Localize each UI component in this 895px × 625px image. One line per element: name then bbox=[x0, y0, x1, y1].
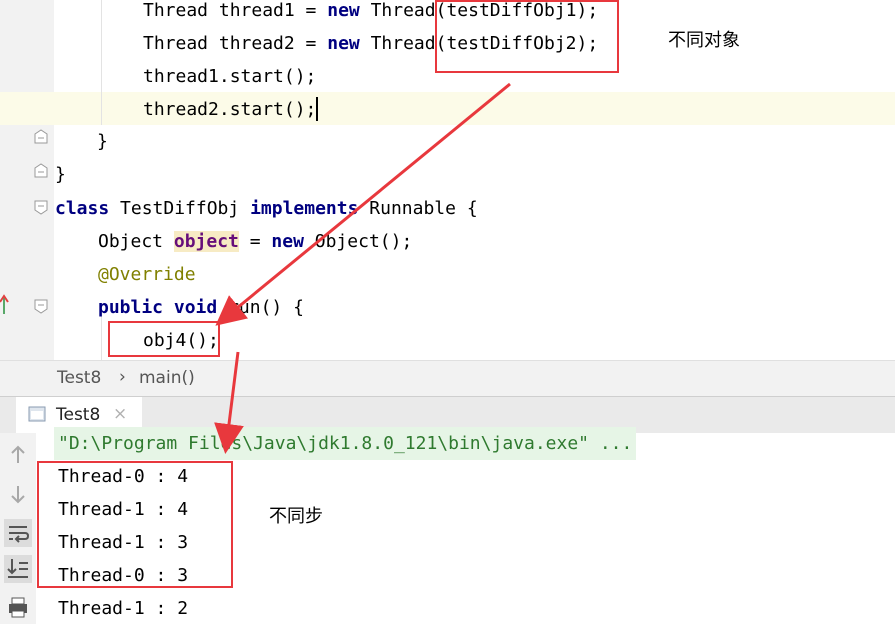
run-gutter-icon[interactable] bbox=[0, 292, 14, 316]
code-token: Object bbox=[98, 231, 174, 252]
code-token: new bbox=[271, 231, 304, 252]
arrow-up-icon[interactable] bbox=[4, 441, 32, 469]
arrow-down-icon[interactable] bbox=[4, 480, 32, 508]
close-icon[interactable]: × bbox=[113, 404, 127, 424]
code-token: thread1.start(); bbox=[143, 66, 317, 87]
code-line[interactable]: } bbox=[55, 158, 66, 191]
console-tab-icon bbox=[28, 406, 46, 422]
code-token: thread2.start(); bbox=[143, 99, 317, 120]
fold-marker-icon[interactable] bbox=[33, 163, 49, 179]
annotation-label-different-objects: 不同对象 bbox=[668, 30, 740, 51]
fold-marker-icon[interactable] bbox=[33, 298, 49, 314]
code-line[interactable]: thread1.start(); bbox=[143, 60, 316, 93]
console-output-line: Thread-1 : 2 bbox=[58, 598, 189, 619]
code-token: Thread thread1 = bbox=[143, 0, 328, 21]
breadcrumb-file[interactable]: Test8 bbox=[57, 368, 101, 388]
annotation-box-thread-args bbox=[435, 0, 619, 73]
code-token: @Override bbox=[98, 264, 196, 285]
code-token: Object(); bbox=[303, 231, 413, 252]
code-token: run() { bbox=[217, 297, 304, 318]
code-line[interactable]: @Override bbox=[98, 258, 196, 291]
scroll-to-end-icon[interactable] bbox=[4, 555, 32, 583]
code-line[interactable]: } bbox=[97, 125, 108, 158]
code-line[interactable]: thread2.start(); bbox=[143, 93, 316, 126]
code-token: object bbox=[173, 231, 239, 252]
annotation-box-obj4-call bbox=[108, 321, 220, 357]
code-token: new bbox=[327, 0, 360, 21]
soft-wrap-icon[interactable] bbox=[4, 519, 32, 547]
code-token: implements bbox=[250, 198, 359, 219]
breadcrumb-separator: › bbox=[119, 367, 126, 387]
text-caret bbox=[316, 97, 318, 121]
current-line-highlight bbox=[0, 92, 895, 125]
code-token: Runnable { bbox=[358, 198, 478, 219]
code-token: public bbox=[98, 297, 164, 318]
code-token: class bbox=[55, 198, 110, 219]
indent-guide bbox=[101, 0, 102, 125]
code-token: TestDiffObj bbox=[109, 198, 251, 219]
code-line[interactable]: public void run() { bbox=[98, 291, 304, 324]
breadcrumb: Test8 › main() bbox=[0, 360, 895, 397]
code-token: = bbox=[238, 231, 272, 252]
code-token: } bbox=[97, 131, 108, 152]
fold-marker-icon[interactable] bbox=[33, 129, 49, 145]
code-line[interactable]: Object object = new Object(); bbox=[98, 225, 412, 258]
code-token: new bbox=[327, 33, 360, 54]
breadcrumb-method[interactable]: main() bbox=[139, 368, 195, 388]
code-token: void bbox=[173, 297, 218, 318]
annotation-label-not-synchronized: 不同步 bbox=[269, 506, 323, 527]
fold-marker-icon[interactable] bbox=[33, 199, 49, 215]
annotation-box-console-output bbox=[37, 461, 233, 588]
print-icon[interactable] bbox=[4, 593, 32, 621]
code-token: } bbox=[55, 164, 66, 185]
console-toolbar bbox=[0, 433, 37, 624]
console-command-line: "D:\Program Files\Java\jdk1.8.0_121\bin\… bbox=[54, 427, 637, 460]
code-line[interactable]: class TestDiffObj implements Runnable { bbox=[55, 192, 478, 225]
tab-label: Test8 bbox=[56, 405, 101, 425]
code-token: Thread thread2 = bbox=[143, 33, 328, 54]
